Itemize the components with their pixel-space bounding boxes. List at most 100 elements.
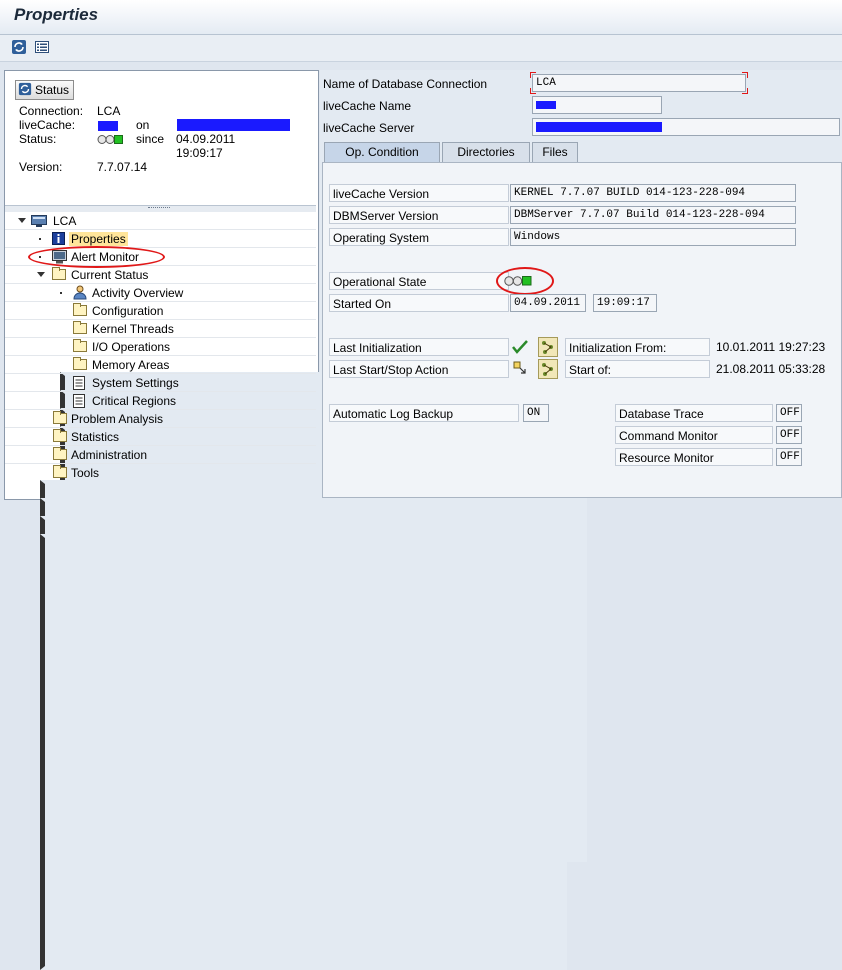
history-button[interactable] — [538, 359, 558, 379]
annotation-circle — [496, 267, 554, 295]
traffic-light-icon — [97, 134, 123, 148]
start-of-value: 21.08.2011 05:33:28 — [716, 362, 826, 376]
expand-icon[interactable] — [18, 218, 26, 223]
tree-item-label: System Settings — [92, 376, 179, 390]
livecache-server-label: liveCache Server — [323, 121, 415, 135]
tree-item-io-operations[interactable]: I/O Operations — [5, 338, 587, 844]
tree-item-properties[interactable]: Properties — [5, 230, 316, 248]
livecache-label: liveCache: — [19, 118, 76, 132]
required-marker — [742, 88, 748, 94]
folder-open-icon — [52, 267, 66, 280]
refresh-icon — [18, 82, 32, 99]
on-label: on — [136, 118, 150, 132]
bullet — [60, 382, 62, 384]
tree-item-memory-areas[interactable]: Memory Areas — [5, 356, 587, 862]
folder-icon — [73, 303, 87, 316]
tree-item-label: I/O Operations — [92, 340, 171, 354]
status-button-label: Status — [35, 83, 70, 97]
tree-item-label: Configuration — [92, 304, 164, 318]
tree-item-label: Critical Regions — [92, 394, 177, 408]
dbmserver-version-label: DBMServer Version — [329, 206, 509, 224]
tree-root[interactable]: LCA — [5, 212, 316, 230]
tree-item-label: Administration — [71, 448, 148, 462]
folder-icon — [73, 321, 87, 334]
tree-item-statistics[interactable]: Statistics — [5, 428, 567, 934]
list-icon[interactable] — [34, 39, 50, 55]
required-marker — [530, 88, 536, 94]
annotation-circle — [28, 246, 165, 268]
history-button[interactable] — [538, 337, 558, 357]
livecache-version-field: KERNEL 7.7.07 BUILD 014-123-228-094 — [510, 184, 796, 202]
init-from-label: Initialization From: — [565, 338, 710, 356]
toolbar — [0, 35, 842, 62]
folder-icon — [73, 339, 87, 352]
status-button[interactable]: Status — [15, 80, 75, 100]
op-condition-panel: liveCache Version KERNEL 7.7.07 BUILD 01… — [322, 162, 842, 498]
resource-monitor-field: OFF — [776, 448, 802, 466]
livecache-name-field — [532, 96, 662, 114]
bullet — [39, 238, 41, 240]
left-pane: Status Connection: LCA liveCache: on Sta… — [4, 70, 587, 970]
tree-item-configuration[interactable]: Configuration — [5, 302, 587, 808]
command-monitor-label: Command Monitor — [615, 426, 773, 444]
activity-icon — [72, 285, 88, 303]
folder-icon — [53, 465, 67, 478]
required-marker — [742, 72, 748, 78]
db-connection-field[interactable]: LCA — [532, 74, 746, 92]
os-field: Windows — [510, 228, 796, 246]
tab-files[interactable]: Files — [532, 142, 578, 162]
tab-directories[interactable]: Directories — [442, 142, 530, 162]
tree-item-critical-regions[interactable]: Critical Regions — [5, 392, 316, 410]
status-label: Status: — [19, 132, 57, 146]
tab-op-condition[interactable]: Op. Condition — [324, 142, 440, 162]
document-icon — [73, 376, 85, 393]
started-on-label: Started On — [329, 294, 509, 312]
connection-value: LCA — [97, 104, 121, 118]
tree-item-label: Tools — [71, 466, 100, 480]
tree-item-kernel-threads[interactable]: Kernel Threads — [5, 320, 587, 826]
tree-item-system-settings[interactable]: System Settings — [5, 374, 316, 392]
tree-item-label: Properties — [69, 232, 128, 246]
folder-icon — [53, 411, 67, 424]
refresh-icon[interactable] — [11, 39, 27, 55]
required-marker — [530, 72, 536, 78]
tree-item-label: Kernel Threads — [92, 322, 174, 336]
navigation-tree: LCA Properties Alert Monitor Current Sta… — [5, 212, 587, 970]
status-box: Status Connection: LCA liveCache: on Sta… — [5, 71, 316, 205]
operational-state-label: Operational State — [329, 272, 509, 290]
livecache-name-label: liveCache Name — [323, 99, 412, 113]
redaction-mark — [98, 121, 118, 131]
folder-icon — [73, 357, 87, 370]
version-value: 7.7.07.14 — [97, 160, 148, 174]
since-date: 04.09.2011 — [176, 132, 236, 146]
tree-item-problem-analysis[interactable]: Problem Analysis — [5, 410, 567, 916]
info-icon — [52, 232, 65, 248]
expand-icon[interactable] — [40, 534, 567, 970]
tree-item-tools[interactable]: Tools — [5, 464, 567, 970]
livecache-server-field — [532, 118, 840, 136]
command-monitor-field: OFF — [776, 426, 802, 444]
db-trace-label: Database Trace — [615, 404, 773, 422]
started-on-date-field: 04.09.2011 — [510, 294, 586, 312]
version-label: Version: — [19, 160, 63, 174]
started-on-time-field: 19:09:17 — [593, 294, 657, 312]
tree-item-label: Memory Areas — [92, 358, 170, 372]
tree-item-activity-overview[interactable]: Activity Overview — [5, 284, 316, 302]
expand-icon[interactable] — [37, 272, 45, 277]
database-icon — [31, 215, 49, 230]
startstop-icon — [513, 361, 527, 379]
tree-item-label: Statistics — [71, 430, 120, 444]
tree-item-administration[interactable]: Administration — [5, 446, 567, 952]
init-from-value: 10.01.2011 19:27:23 — [716, 340, 826, 354]
document-icon — [73, 394, 85, 411]
auto-log-backup-label: Automatic Log Backup — [329, 404, 519, 422]
tree-item-label: Activity Overview — [92, 286, 184, 300]
tree-item-current-status[interactable]: Current Status — [5, 266, 316, 284]
db-connection-label: Name of Database Connection — [323, 77, 488, 91]
livecache-version-label: liveCache Version — [329, 184, 509, 202]
folder-icon — [53, 447, 67, 460]
bullet — [60, 400, 62, 402]
checkmark-icon — [512, 340, 528, 357]
last-startstop-label: Last Start/Stop Action — [329, 360, 509, 378]
folder-icon — [53, 429, 67, 442]
